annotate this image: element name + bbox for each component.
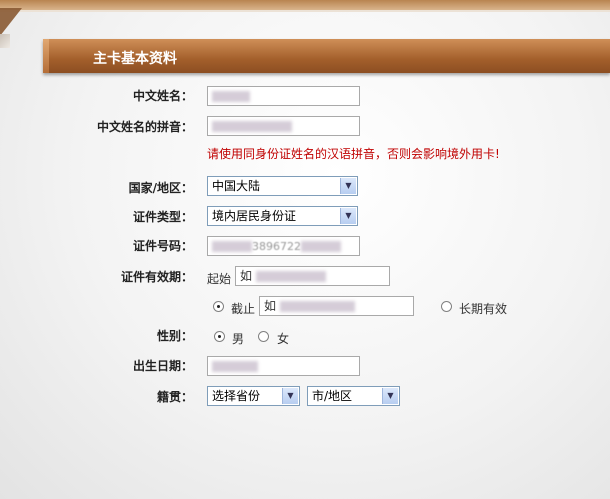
corner-decoration [0,8,22,36]
section-header: 主卡基本资料 [43,39,610,73]
country-select[interactable]: 中国大陆 ▼ [207,176,358,196]
id-type-value: 境内居民身份证 [212,209,297,223]
end-prefix: 如 [264,299,277,313]
redacted-value [212,121,292,132]
birth-date-input[interactable] [207,356,360,376]
long-term-label: 长期有效 [459,302,508,316]
city-value: 市/地区 [312,389,353,403]
redacted-value [212,91,250,102]
start-prefix: 如 [240,269,253,283]
label-birth-date: 出生日期： [132,359,193,373]
label-id-number: 证件号码： [132,239,193,253]
gender-female-label: 女 [277,332,290,346]
redacted-value [212,361,258,372]
top-border [0,0,610,12]
redacted-value [255,271,326,282]
id-number-input[interactable]: 3896722 [207,236,360,256]
label-cn-pinyin: 中文姓名的拼音： [96,120,193,134]
province-value: 选择省份 [212,389,261,403]
label-native-place: 籍贯： [156,390,193,404]
chevron-down-icon[interactable]: ▼ [382,388,398,404]
gender-female-radio[interactable] [258,331,269,342]
long-term-radio[interactable] [441,301,452,312]
label-cn-name: 中文姓名： [132,89,193,103]
city-select[interactable]: 市/地区 ▼ [307,386,400,406]
redacted-value [279,301,355,312]
section-title: 主卡基本资料 [93,51,177,67]
country-value: 中国大陆 [212,179,261,193]
label-gender: 性别： [156,329,193,343]
redacted-value [212,241,252,252]
chevron-down-icon[interactable]: ▼ [282,388,298,404]
start-label: 起始 [207,272,232,286]
cn-name-input[interactable] [207,86,360,106]
province-select[interactable]: 选择省份 ▼ [207,386,300,406]
cn-pinyin-input[interactable] [207,116,360,136]
label-country: 国家/地区： [128,181,193,195]
label-id-type: 证件类型： [132,210,193,224]
chevron-down-icon[interactable]: ▼ [340,208,356,224]
end-date-radio[interactable] [213,301,224,312]
id-type-select[interactable]: 境内居民身份证 ▼ [207,206,358,226]
gender-male-radio[interactable] [214,331,225,342]
gender-male-label: 男 [232,332,245,346]
id-number-partial: 3896722 [252,240,301,253]
redacted-value [301,241,341,252]
validity-start-input[interactable]: 如 [235,266,390,286]
validity-end-input[interactable]: 如 [259,296,414,316]
chevron-down-icon[interactable]: ▼ [340,178,356,194]
label-id-validity: 证件有效期： [120,270,193,284]
pinyin-warning: 请使用同身份证姓名的汉语拼音，否则会影响境外用卡! [207,147,500,161]
end-label: 截止 [231,302,256,316]
corner-shadow [0,34,10,48]
